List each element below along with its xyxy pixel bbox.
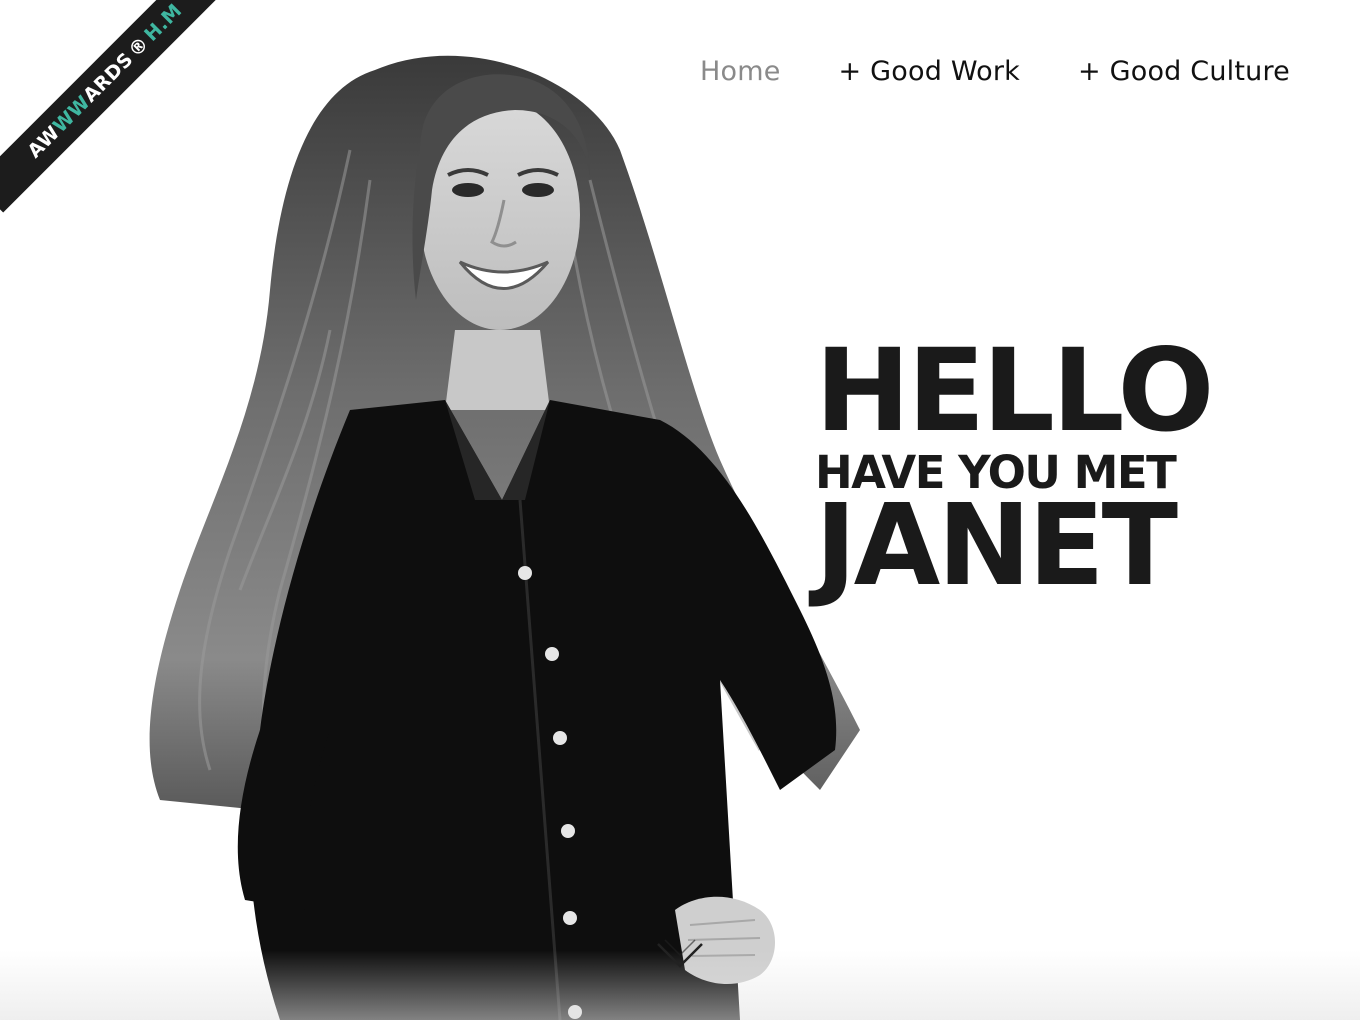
main-nav: Home + Good Work + Good Culture — [700, 56, 1290, 87]
ribbon-brand-end: ARDS — [79, 48, 138, 107]
portrait-photo — [149, 55, 860, 1020]
awwwards-ribbon[interactable]: AW WW ARDS ® H.M — [0, 0, 220, 213]
ribbon-award: H.M — [140, 0, 187, 46]
nav-home-link[interactable]: Home — [700, 56, 781, 87]
chevron-down-icon[interactable] — [655, 938, 705, 974]
awwwards-ribbon-wrapper[interactable]: AW WW ARDS ® H.M — [0, 0, 220, 220]
headline-hello: HELLO — [815, 324, 1214, 457]
nav-good-culture-link[interactable]: + Good Culture — [1078, 56, 1290, 87]
headline-janet: JANET — [815, 481, 1178, 611]
nav-good-work-link[interactable]: + Good Work — [839, 56, 1020, 87]
hero-headline: HELLO HAVE YOU MET JANET — [815, 324, 1214, 611]
hero-page: AW WW ARDS ® H.M Home + Good Work + Good Cul… — [0, 0, 1360, 1020]
